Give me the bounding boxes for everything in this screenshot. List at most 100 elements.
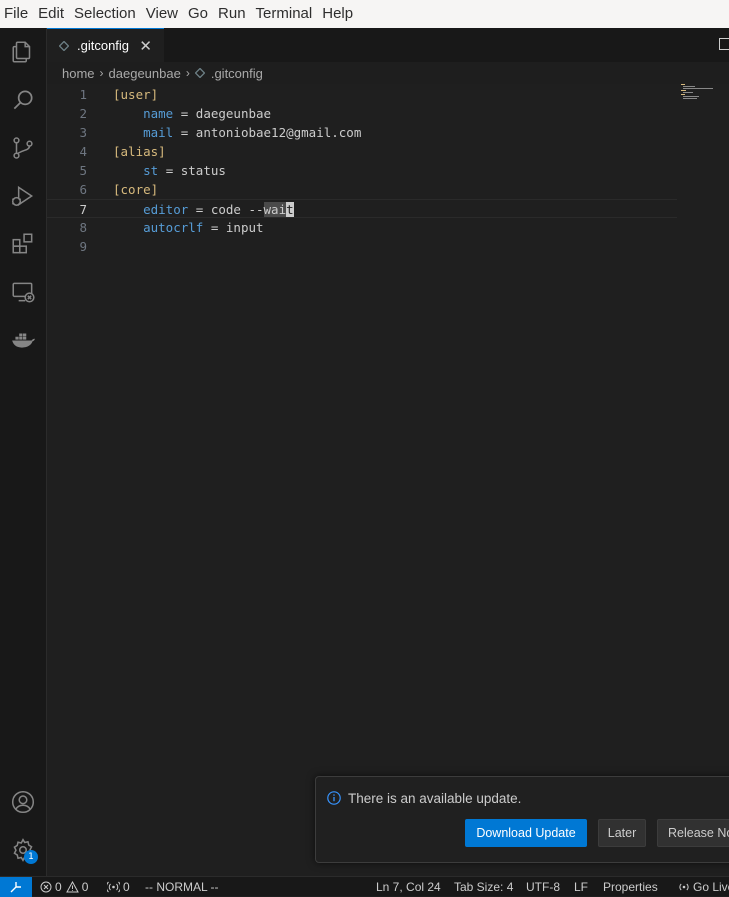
line-number: 7 [79, 202, 87, 217]
account-icon[interactable] [0, 778, 46, 826]
code-line[interactable]: 9 [47, 237, 677, 256]
token-sec: [user] [113, 87, 159, 102]
line-code: name = daegeunbae [113, 104, 271, 123]
token-key: editor [143, 202, 189, 217]
breadcrumb-file[interactable]: .gitconfig [211, 66, 263, 81]
error-icon [40, 881, 52, 893]
line-number: 4 [79, 144, 87, 159]
token-cursor: t [286, 202, 294, 217]
go-live-button[interactable]: Go Live [678, 877, 729, 897]
menu-run[interactable]: Run [213, 0, 251, 28]
token-ws [113, 106, 143, 121]
code-line[interactable]: 8 autocrlf = input [47, 218, 677, 237]
line-code: autocrlf = input [113, 218, 264, 237]
minimap[interactable] [681, 84, 717, 104]
vim-mode: -- NORMAL -- [145, 879, 219, 894]
menu-help[interactable]: Help [317, 0, 358, 28]
token-sec: [core] [113, 182, 159, 197]
code-line[interactable]: 6 [core] [47, 180, 677, 199]
remote-indicator[interactable] [0, 877, 32, 897]
token-ws [113, 163, 143, 178]
tab-size[interactable]: Tab Size: 4 [454, 877, 513, 897]
broadcast-icon [107, 881, 120, 893]
code-line[interactable]: 1 [user] [47, 85, 677, 104]
ports-indicator[interactable]: 0 [107, 877, 130, 897]
docker-icon[interactable] [0, 316, 46, 364]
code-line[interactable]: 3 mail = antoniobae12@gmail.com [47, 123, 677, 142]
token-sel: wai [263, 202, 287, 217]
gear-icon[interactable]: 1 [0, 826, 46, 874]
code-line[interactable]: 4 [alias] [47, 142, 677, 161]
line-number: 3 [79, 125, 87, 140]
extensions-icon[interactable] [0, 220, 46, 268]
run-debug-icon[interactable] [0, 172, 46, 220]
broadcast-icon [679, 883, 689, 891]
token-key: st [143, 163, 159, 178]
line-number: 1 [79, 87, 87, 102]
remote-icon [10, 882, 21, 893]
ports-count: 0 [123, 879, 130, 894]
line-code: [core] [113, 180, 158, 199]
error-count: 0 [55, 879, 62, 894]
split-editor-icon[interactable] [719, 38, 729, 50]
warning-count: 0 [81, 879, 89, 894]
cursor-position[interactable]: Ln 7, Col 24 [376, 877, 441, 897]
token-val: = antoniobae12@gmail.com [173, 125, 362, 140]
status-bar: 0 0 0 -- NORMAL -- Ln 7, Col 24 Tab Size… [0, 876, 729, 897]
line-number: 5 [79, 163, 87, 178]
language-mode[interactable]: Properties [603, 877, 658, 897]
menu-view[interactable]: View [141, 0, 183, 28]
line-ending[interactable]: LF [574, 877, 588, 897]
explorer-icon[interactable] [0, 28, 46, 76]
remote-explorer-icon[interactable] [0, 268, 46, 316]
code-line[interactable]: 2 name = daegeunbae [47, 104, 677, 123]
source-control-icon[interactable] [0, 124, 46, 172]
release-notes-button[interactable]: Release Notes [657, 819, 729, 847]
line-number: 9 [79, 239, 87, 254]
line-code: st = status [113, 161, 226, 180]
later-button[interactable]: Later [598, 819, 646, 847]
line-code: [alias] [113, 142, 166, 161]
close-icon[interactable]: ✕ [139, 37, 152, 55]
code-line[interactable]: 7 editor = code --wait [47, 199, 677, 218]
info-icon [327, 791, 341, 805]
code-editor[interactable]: 1 [user] 2 name = daegeunbae 3 mail = anton… [47, 84, 729, 876]
line-number: 8 [79, 220, 87, 235]
tab-gitconfig[interactable]: .gitconfig ✕ [47, 28, 164, 62]
tab-label: .gitconfig [77, 38, 130, 53]
breadcrumb-user[interactable]: daegeunbae [109, 66, 181, 81]
line-code: editor = code --wait [113, 200, 294, 219]
breadcrumb: home › daegeunbae › .gitconfig [62, 62, 263, 84]
code-line[interactable]: 5 st = status [47, 161, 677, 180]
menu-bar: File Edit Selection View Go Run Terminal… [0, 0, 729, 29]
line-number: 2 [79, 106, 87, 121]
problems-indicator[interactable]: 0 0 [40, 877, 88, 897]
go-live-label: Go Live [693, 879, 729, 894]
menu-selection[interactable]: Selection [69, 0, 141, 28]
line-number: 6 [79, 182, 87, 197]
download-update-button[interactable]: Download Update [465, 819, 587, 847]
menu-go[interactable]: Go [183, 0, 213, 28]
manage-badge: 1 [24, 850, 38, 864]
encoding[interactable]: UTF-8 [526, 877, 560, 897]
token-sec: [alias] [113, 144, 166, 159]
token-val: = status [158, 163, 226, 178]
breadcrumb-home[interactable]: home [62, 66, 95, 81]
line-code: [user] [113, 85, 158, 104]
menu-edit[interactable]: Edit [33, 0, 69, 28]
chevron-right-icon: › [99, 66, 104, 80]
activity-bar: 1 [0, 28, 47, 876]
chevron-right-icon: › [185, 66, 190, 80]
token-ws [113, 220, 143, 235]
token-key: autocrlf [143, 220, 204, 235]
menu-terminal[interactable]: Terminal [251, 0, 318, 28]
token-key: mail [143, 125, 174, 140]
token-val: = code -- [188, 202, 264, 217]
line-code: mail = antoniobae12@gmail.com [113, 123, 361, 142]
menu-file[interactable]: File [0, 0, 33, 28]
search-icon[interactable] [0, 76, 46, 124]
token-val: = input [203, 220, 264, 235]
config-file-icon [194, 68, 205, 78]
token-val: = daegeunbae [173, 106, 272, 121]
token-ws [113, 125, 143, 140]
